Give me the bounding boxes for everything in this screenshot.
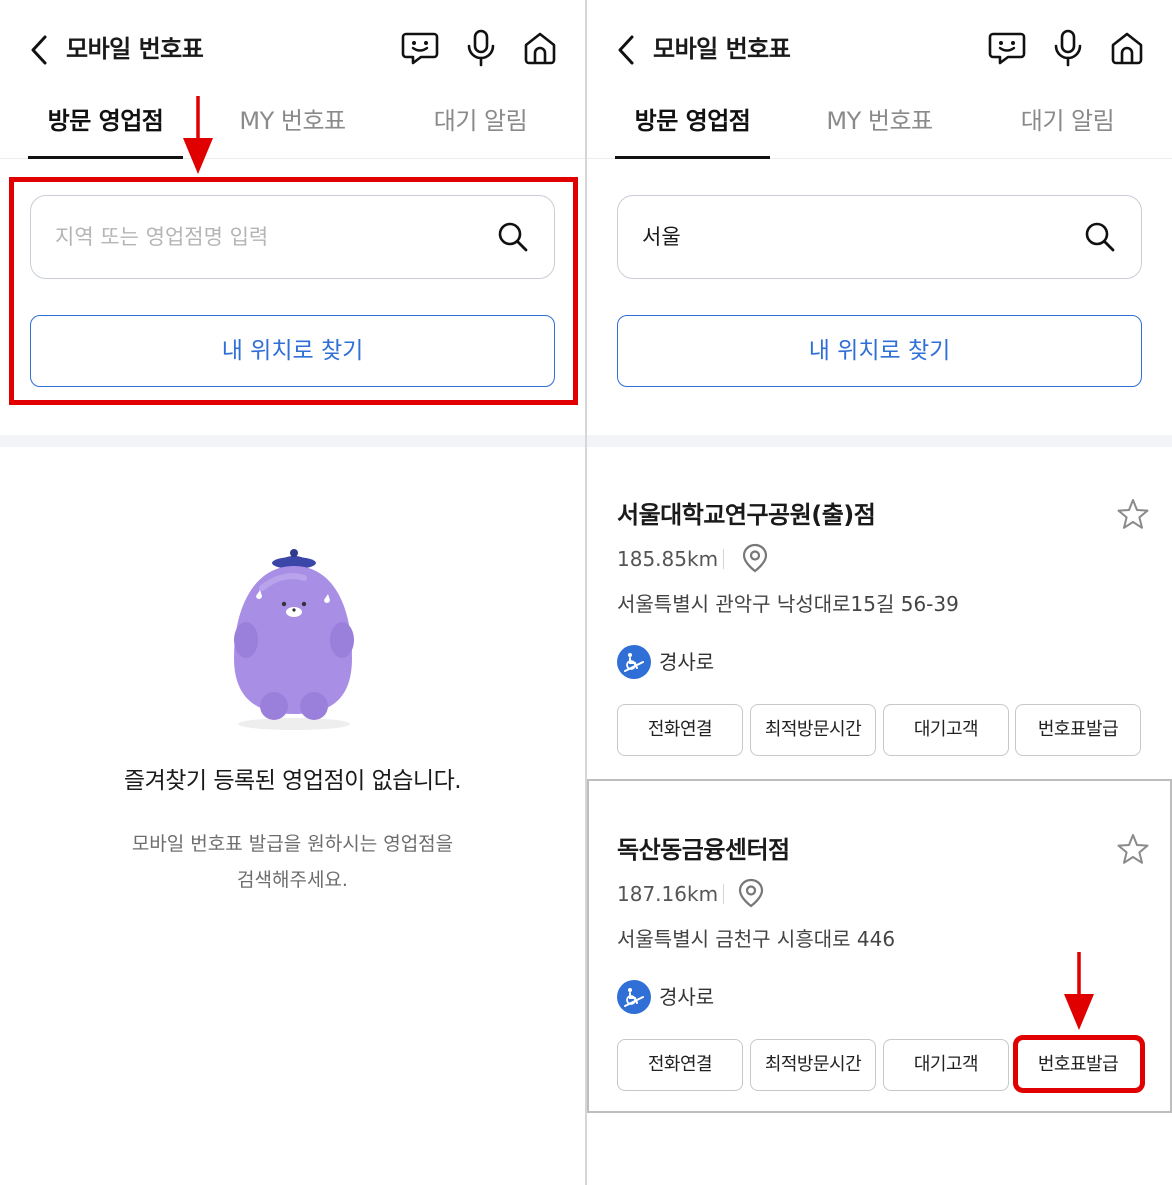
issue-ticket-highlight [1013, 1035, 1145, 1093]
star-icon [1117, 834, 1149, 864]
home-button[interactable] [520, 28, 560, 68]
section-divider [0, 435, 585, 447]
branch-distance: 187.16km [617, 882, 719, 906]
tab-bar: 방문 영업점 MY 번호표 대기 알림 [587, 96, 1172, 159]
location-pin-icon [738, 878, 764, 908]
app-header: 모바일 번호표 [587, 0, 1172, 100]
search-icon [1085, 222, 1115, 252]
back-arrow-icon [618, 35, 634, 65]
ramp-badge [617, 645, 651, 679]
chatbot-button[interactable] [400, 28, 440, 68]
waiting-customers-button[interactable]: 대기고객 [883, 704, 1009, 756]
favorite-button[interactable] [1116, 497, 1150, 531]
best-visit-time-button[interactable]: 최적방문시간 [750, 704, 876, 756]
find-my-location-button[interactable]: 내 위치로 찾기 [617, 315, 1142, 387]
branch-distance: 185.85km [617, 547, 719, 571]
branch-card: 서울대학교연구공원(출)점 185.85km 서울특별시 관악구 낙성대로15길… [587, 447, 1172, 779]
location-pin-icon [742, 543, 768, 573]
tab-my-ticket[interactable]: MY 번호표 [215, 104, 370, 144]
best-visit-time-button[interactable]: 최적방문시간 [750, 1039, 876, 1091]
ramp-icon [624, 988, 644, 1007]
down-arrow-icon [183, 96, 213, 174]
search-value: 서울 [642, 225, 681, 249]
empty-state-description: 모바일 번호표 발급을 원하시는 영업점을 검색해주세요. [0, 826, 585, 898]
search-input[interactable]: 서울 [617, 195, 1142, 279]
feature-label: 경사로 [659, 985, 715, 1009]
branch-address: 서울특별시 금천구 시흥대로 446 [617, 927, 896, 951]
home-button[interactable] [1107, 28, 1147, 68]
chatbot-icon [988, 32, 1026, 65]
voice-button[interactable] [461, 28, 501, 68]
section-divider [587, 435, 1172, 447]
voice-button[interactable] [1048, 28, 1088, 68]
tab-wait-alert[interactable]: 대기 알림 [403, 104, 558, 144]
feature-label: 경사로 [659, 650, 715, 674]
waiting-customers-button[interactable]: 대기고객 [883, 1039, 1009, 1091]
chatbot-button[interactable] [987, 28, 1027, 68]
star-icon [1117, 499, 1149, 529]
tab-visit-branch[interactable]: 방문 영업점 [28, 104, 183, 144]
map-location-button[interactable] [737, 878, 765, 908]
branch-card-selected: 독산동금융센터점 187.16km 서울특별시 금천구 시흥대로 446 경사로… [587, 779, 1172, 1113]
page-title: 모바일 번호표 [653, 35, 791, 63]
active-tab-indicator [28, 156, 183, 159]
ramp-icon [624, 653, 644, 672]
right-screen: 모바일 번호표 방문 영업점 MY 번호표 대기 알림 서울 내 위치로 찾기 … [587, 0, 1172, 1185]
empty-state-title: 즐겨찾기 등록된 영업점이 없습니다. [123, 768, 462, 794]
empty-state-desc-line1: 모바일 번호표 발급을 원하시는 영업점을 [131, 833, 454, 855]
back-button[interactable] [609, 30, 643, 70]
back-arrow-icon [31, 35, 47, 65]
microphone-icon [467, 29, 495, 67]
empty-state-desc-line2: 검색해주세요. [237, 869, 348, 891]
app-header: 모바일 번호표 [0, 0, 585, 100]
divider-line [723, 549, 724, 569]
ramp-badge [617, 980, 651, 1014]
divider-line [723, 884, 724, 904]
chatbot-icon [401, 32, 439, 65]
left-screen: 모바일 번호표 방문 영업점 MY 번호표 대기 알림 지역 또는 영업점명 입… [0, 0, 585, 1185]
tab-my-ticket[interactable]: MY 번호표 [802, 104, 957, 144]
active-tab-indicator [615, 156, 770, 159]
mascot-illustration [234, 549, 354, 730]
tab-wait-alert[interactable]: 대기 알림 [990, 104, 1145, 144]
microphone-icon [1054, 29, 1082, 67]
issue-ticket-button[interactable]: 번호표발급 [1015, 704, 1141, 756]
tab-bar: 방문 영업점 MY 번호표 대기 알림 [0, 96, 585, 159]
search-area-highlight [9, 177, 578, 405]
back-button[interactable] [22, 30, 56, 70]
home-icon [524, 32, 556, 65]
branch-name[interactable]: 서울대학교연구공원(출)점 [617, 497, 876, 533]
call-button[interactable]: 전화연결 [617, 704, 743, 756]
map-location-button[interactable] [741, 543, 769, 573]
down-arrow-icon [1064, 952, 1094, 1030]
tab-visit-branch[interactable]: 방문 영업점 [615, 104, 770, 144]
search-button[interactable] [1083, 220, 1117, 254]
branch-name[interactable]: 독산동금융센터점 [617, 832, 790, 868]
call-button[interactable]: 전화연결 [617, 1039, 743, 1091]
home-icon [1111, 32, 1143, 65]
branch-address: 서울특별시 관악구 낙성대로15길 56-39 [617, 592, 959, 616]
favorite-button[interactable] [1116, 832, 1150, 866]
page-title: 모바일 번호표 [66, 35, 204, 63]
